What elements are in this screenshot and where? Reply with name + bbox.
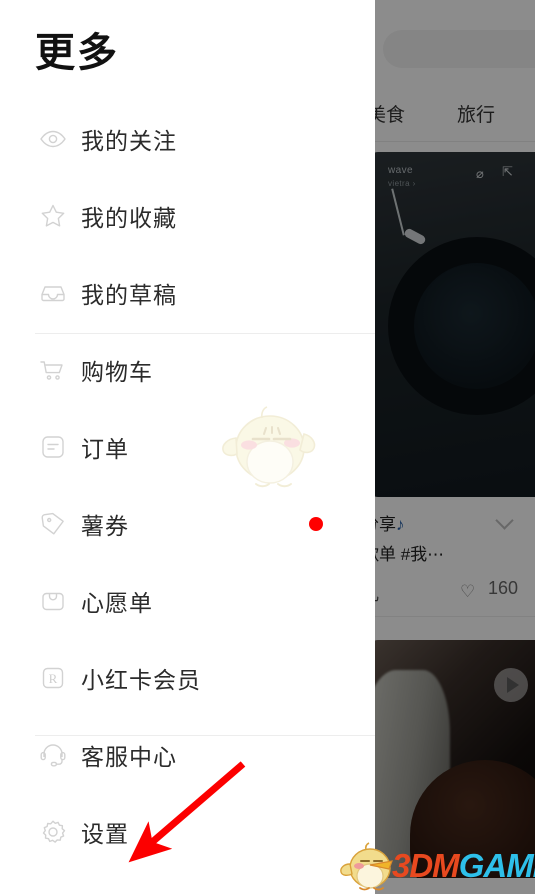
menu-item-wishlist[interactable]: 心愿单: [0, 562, 375, 639]
menu-item-label: 客服中心: [81, 743, 177, 770]
page-title: 更多: [35, 31, 119, 75]
more-drawer: 更多 我的关注 我的收藏 我的草稿 购物车 订单 薯券 心愿单 R 小红卡会员 …: [0, 0, 375, 894]
menu-item-customer-service[interactable]: 客服中心: [0, 716, 375, 793]
menu-item-coupons[interactable]: 薯券: [0, 485, 375, 562]
menu-item-label: 小红卡会员: [81, 666, 201, 693]
menu-item-label: 我的收藏: [81, 204, 177, 231]
inbox-tray-icon: [38, 278, 68, 308]
menu-item-label: 购物车: [81, 358, 153, 385]
membership-r-icon: R: [38, 663, 68, 693]
menu-item-label: 设置: [81, 820, 129, 847]
menu-item-settings[interactable]: 设置: [0, 793, 375, 870]
menu-item-label: 薯券: [81, 512, 129, 539]
menu-item-my-following[interactable]: 我的关注: [0, 100, 375, 177]
shopping-bag-icon: [38, 586, 68, 616]
menu-item-label: 心愿单: [81, 589, 153, 616]
menu-item-label: 我的关注: [81, 127, 177, 154]
menu-group-divider-2: [35, 735, 375, 736]
drawer-scrim-overlay[interactable]: [375, 0, 535, 894]
menu-item-orders[interactable]: 订单: [0, 408, 375, 485]
coupon-tag-icon: [38, 509, 68, 539]
menu-group-divider-1: [35, 333, 375, 334]
eye-icon: [38, 124, 68, 154]
menu-item-membership-card[interactable]: R 小红卡会员: [0, 639, 375, 716]
headset-icon: [38, 740, 68, 770]
drawer-menu: 我的关注 我的收藏 我的草稿 购物车 订单 薯券 心愿单 R 小红卡会员 客服中…: [0, 100, 375, 870]
shopping-cart-icon: [38, 355, 68, 385]
svg-text:R: R: [49, 671, 58, 686]
menu-item-shopping-cart[interactable]: 购物车: [0, 331, 375, 408]
status-badge: [309, 516, 323, 531]
menu-item-my-draft[interactable]: 我的草稿: [0, 254, 375, 331]
menu-item-label: 订单: [81, 435, 129, 462]
order-list-icon: [38, 432, 68, 462]
gear-icon: [38, 817, 68, 847]
menu-item-my-collection[interactable]: 我的收藏: [0, 177, 375, 254]
menu-item-label: 我的草稿: [81, 281, 177, 308]
star-icon: [38, 201, 68, 231]
